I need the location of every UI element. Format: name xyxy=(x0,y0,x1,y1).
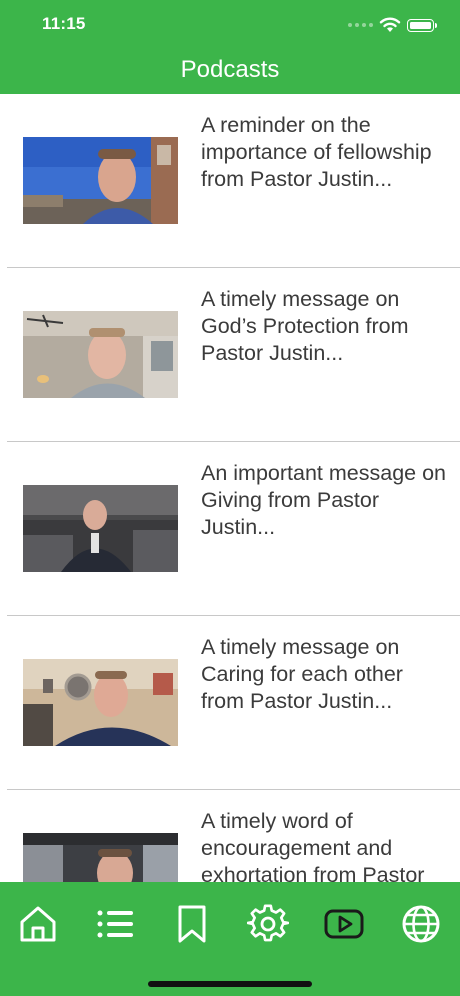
tab-bar xyxy=(0,882,460,996)
podcast-title[interactable]: A timely message on God’s Protection fro… xyxy=(201,286,451,367)
status-indicators xyxy=(348,14,437,36)
podcast-thumbnail[interactable] xyxy=(23,659,178,746)
podcast-thumbnail[interactable] xyxy=(23,311,178,398)
tab-list[interactable] xyxy=(93,902,137,946)
podcast-thumbnail[interactable] xyxy=(23,833,178,882)
wifi-icon xyxy=(379,17,401,32)
youtube-icon xyxy=(324,909,364,939)
podcast-item[interactable]: An important message on Giving from Past… xyxy=(0,442,460,616)
podcast-item[interactable]: A timely message on Caring for each othe… xyxy=(0,616,460,790)
podcast-list[interactable]: A reminder on the importance of fellowsh… xyxy=(0,94,460,882)
home-icon xyxy=(20,906,56,942)
podcast-title[interactable]: An important message on Giving from Past… xyxy=(201,460,451,541)
podcast-item[interactable]: A reminder on the importance of fellowsh… xyxy=(0,94,460,268)
battery-icon xyxy=(407,18,437,32)
globe-icon xyxy=(402,905,440,943)
podcast-thumbnail[interactable] xyxy=(23,485,178,572)
tab-settings[interactable] xyxy=(246,902,290,946)
podcast-item[interactable]: A timely word of encouragement and exhor… xyxy=(0,790,460,882)
podcast-title[interactable]: A timely word of encouragement and exhor… xyxy=(201,808,451,882)
page-title: Podcasts xyxy=(180,56,280,83)
tab-home[interactable] xyxy=(16,902,60,946)
cellular-signal-icon xyxy=(348,23,373,27)
podcast-item[interactable]: A timely message on God’s Protection fro… xyxy=(0,268,460,442)
home-indicator[interactable] xyxy=(148,981,312,987)
bookmark-icon xyxy=(178,905,206,943)
podcast-thumbnail[interactable] xyxy=(23,137,178,224)
tab-videos[interactable] xyxy=(322,902,366,946)
podcast-title[interactable]: A reminder on the importance of fellowsh… xyxy=(201,112,451,193)
list-icon xyxy=(97,910,133,938)
tab-website[interactable] xyxy=(399,902,443,946)
gear-icon xyxy=(247,904,289,942)
header-bar: 11:15 Podcasts xyxy=(0,0,460,94)
tab-bookmarks[interactable] xyxy=(170,902,214,946)
status-time: 11:15 xyxy=(42,14,86,33)
podcast-title[interactable]: A timely message on Caring for each othe… xyxy=(201,634,451,715)
